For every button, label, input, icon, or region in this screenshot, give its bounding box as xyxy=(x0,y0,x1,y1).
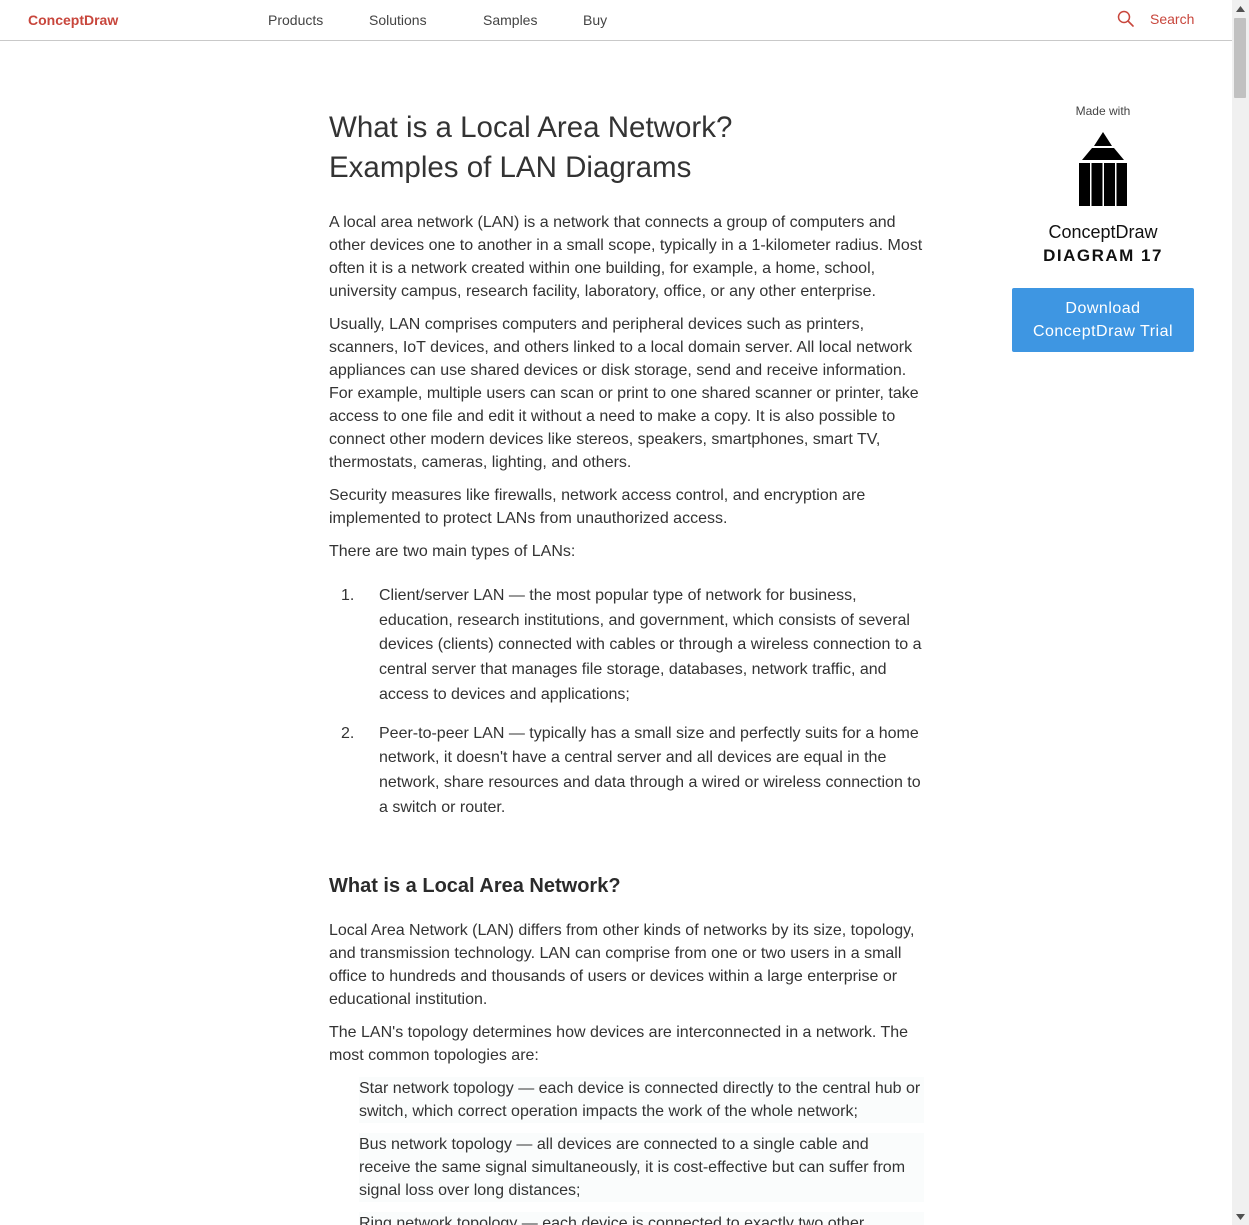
page-title-line-1: What is a Local Area Network? xyxy=(329,111,733,144)
topology-item-ring: Ring network topology — each device is c… xyxy=(359,1212,924,1225)
intro-paragraph: A local area network (LAN) is a network … xyxy=(329,214,923,300)
product-version: DIAGRAM 17 xyxy=(1043,246,1163,265)
lan-differs-paragraph: Local Area Network (LAN) differs from ot… xyxy=(329,922,915,1009)
product-name: ConceptDraw xyxy=(1048,222,1158,242)
nav-products[interactable]: Products xyxy=(268,12,323,28)
list-item-number: 2. xyxy=(341,724,355,742)
list-item: 1. Client/server LAN — the most popular … xyxy=(329,584,924,708)
list-item-text: Peer-to-peer LAN — typically has a small… xyxy=(379,724,921,816)
scrollbar-thumb[interactable] xyxy=(1234,18,1246,98)
nav-solutions[interactable]: Solutions xyxy=(369,12,427,28)
list-item-text: Client/server LAN — the most popular typ… xyxy=(379,587,922,703)
conceptdraw-pencils-icon xyxy=(1079,132,1127,206)
nav-buy[interactable]: Buy xyxy=(583,12,607,28)
lan-types-list: 1. Client/server LAN — the most popular … xyxy=(329,584,924,820)
download-button-line-1: Download xyxy=(1065,300,1141,317)
section-heading: What is a Local Area Network? xyxy=(329,875,621,898)
page-title-line-2: Examples of LAN Diagrams xyxy=(329,151,692,184)
logo-link[interactable]: ConceptDraw xyxy=(28,12,118,28)
nav-samples[interactable]: Samples xyxy=(483,12,537,28)
vertical-scrollbar[interactable] xyxy=(1232,0,1249,1225)
types-intro-paragraph: There are two main types of LANs: xyxy=(329,543,576,560)
page-title: What is a Local Area Network? Examples o… xyxy=(329,108,924,188)
security-paragraph: Security measures like firewalls, networ… xyxy=(329,487,866,527)
scroll-down-arrow-icon[interactable] xyxy=(1232,1208,1249,1225)
made-with-label: Made with xyxy=(1075,104,1131,118)
search-label: Search xyxy=(1150,11,1195,27)
topology-item-bus: Bus network topology — all devices are c… xyxy=(359,1133,924,1203)
topology-item-star: Star network topology — each device is c… xyxy=(359,1077,924,1124)
download-trial-button[interactable]: Download ConceptDraw Trial xyxy=(1012,288,1194,352)
top-navigation: ConceptDraw Products Solutions Samples B… xyxy=(0,0,1232,41)
topology-intro-paragraph: The LAN's topology determines how device… xyxy=(329,1024,909,1065)
download-button-line-2: ConceptDraw Trial xyxy=(1032,323,1174,340)
devices-paragraph: Usually, LAN comprises computers and per… xyxy=(329,316,919,471)
search-icon xyxy=(1117,10,1135,28)
product-sidebar: Made with ConceptDraw DIAGRAM 17 Downloa… xyxy=(1012,104,1194,352)
list-item: 2. Peer-to-peer LAN — typically has a sm… xyxy=(329,722,924,821)
list-item-number: 1. xyxy=(341,587,355,604)
article: What is a Local Area Network? Examples o… xyxy=(329,108,924,1225)
scroll-up-arrow-icon[interactable] xyxy=(1232,0,1249,17)
search-button[interactable]: Search xyxy=(1117,10,1194,28)
